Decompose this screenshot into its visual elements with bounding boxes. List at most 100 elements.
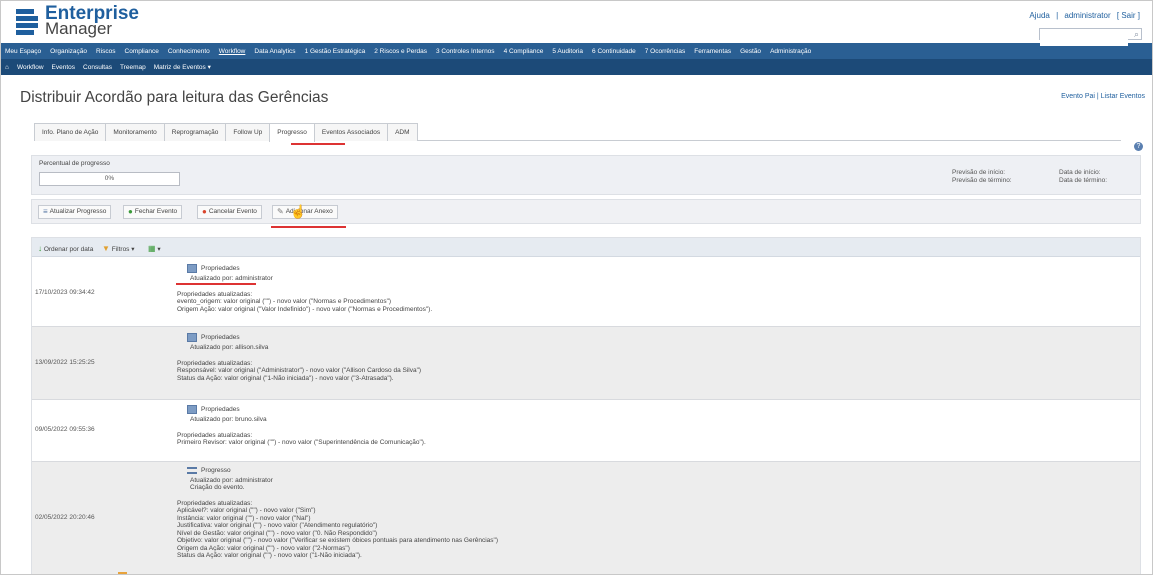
data-inicio: Data de início:	[1059, 169, 1101, 176]
tab-progresso[interactable]: Progresso	[269, 123, 315, 142]
sort-icon: ↓	[38, 244, 42, 253]
event-author: Atualizado por: allison.silva	[190, 344, 269, 351]
subnav-matriz[interactable]: Matriz de Eventos ▾	[154, 63, 211, 71]
sub-nav: ⌂ Workflow Eventos Consultas Treemap Mat…	[1, 59, 1152, 75]
paperclip-icon: ✎	[277, 207, 284, 216]
list-item: 09/05/2022 09:55:36 Propriedades Atualiz…	[32, 400, 1140, 462]
event-line: Nível de Gestão: valor original ("") - n…	[177, 529, 377, 537]
progress-panel: Percentual de progresso 0% Previsão de i…	[31, 155, 1141, 195]
event-line: Justificativa: valor original ("") - nov…	[177, 522, 378, 529]
separator: |	[1056, 11, 1059, 20]
logout-link[interactable]: [ Sair ]	[1117, 11, 1140, 20]
cancel-icon: ●	[202, 207, 207, 216]
event-author: Atualizado por: bruno.silva	[190, 416, 267, 423]
nav-item[interactable]: Riscos	[96, 48, 116, 55]
subnav-eventos[interactable]: Eventos	[52, 64, 76, 71]
logo[interactable]: Enterprise Manager	[16, 4, 139, 37]
event-header: Propriedades	[201, 333, 240, 341]
help-link[interactable]: Ajuda	[1029, 11, 1049, 20]
check-icon: ●	[128, 207, 133, 216]
event-line: Responsável: valor original ("Administra…	[177, 367, 422, 374]
event-line: Aplicável?: valor original ("") - novo v…	[177, 507, 316, 514]
document-icon	[187, 405, 197, 414]
subnav-consultas[interactable]: Consultas	[83, 64, 112, 71]
nav-item[interactable]: 2 Riscos e Perdas	[374, 48, 427, 55]
event-subtitle: Propriedades atualizadas:	[177, 359, 253, 367]
nav-item[interactable]: 6 Continuidade	[592, 48, 636, 55]
event-header: Progresso	[201, 467, 231, 474]
subnav-treemap[interactable]: Treemap	[120, 64, 146, 71]
filter-icon: ▼	[102, 244, 110, 253]
main-nav: Meu Espaço Organização Riscos Compliance…	[1, 43, 1152, 59]
nav-item[interactable]: Gestão	[740, 48, 761, 55]
sort-by-date-button[interactable]: ↓ Ordenar por data	[38, 244, 93, 253]
nav-item[interactable]: 1 Gestão Estratégica	[305, 48, 366, 55]
data-termino: Data de término:	[1059, 177, 1108, 184]
action-toolbar: ≡ Atualizar Progresso ● Fechar Evento ● Can…	[31, 199, 1141, 224]
document-icon	[187, 264, 197, 273]
event-subtitle: Propriedades atualizadas:	[177, 499, 253, 507]
previsao-termino: Previsão de término:	[952, 177, 1012, 184]
nav-item[interactable]: Ferramentas	[694, 48, 731, 55]
tab-info-plano[interactable]: Info. Plano de Ação	[34, 123, 107, 141]
filters-button[interactable]: ▼ Filtros ▾	[102, 244, 135, 253]
nav-item[interactable]: 5 Auditoria	[552, 48, 583, 55]
event-line: Primeiro Revisor: valor original ("") - …	[177, 439, 426, 446]
data-labels: Data de início: Data de término:	[1059, 169, 1107, 185]
progress-icon: ≡	[43, 207, 48, 216]
app-window: Enterprise Manager Ajuda | administrator…	[0, 0, 1153, 575]
list-toolbar: ↓ Ordenar por data ▼ Filtros ▾ ▦ ▾	[32, 238, 1140, 257]
event-subtitle: Propriedades atualizadas:	[177, 431, 253, 439]
title-links[interactable]: Evento Pai | Listar Eventos	[1061, 93, 1145, 100]
document-icon	[187, 333, 197, 342]
tab-highlight-underline	[291, 143, 345, 145]
event-date: 17/10/2023 09:34:42	[35, 289, 95, 296]
author-highlight-underline	[176, 283, 256, 285]
event-date: 09/05/2022 09:55:36	[35, 426, 95, 433]
nav-item[interactable]: Data Analytics	[254, 48, 295, 55]
event-author: Atualizado por: administrator	[190, 275, 273, 282]
nav-item[interactable]: Meu Espaço	[5, 48, 41, 55]
nav-item[interactable]: 4 Compliance	[504, 48, 544, 55]
close-event-button[interactable]: ● Fechar Evento	[123, 205, 183, 219]
event-date: 02/05/2022 20:20:46	[35, 514, 95, 521]
nav-item[interactable]: 3 Controles Internos	[436, 48, 495, 55]
progress-bar: 0%	[39, 172, 180, 186]
tab-reprogramacao[interactable]: Reprogramação	[163, 123, 227, 141]
update-progress-button[interactable]: ≡ Atualizar Progresso	[38, 205, 112, 219]
calendar-button[interactable]: ▦ ▾	[148, 244, 161, 253]
previsao-labels: Previsão de início: Previsão de término:	[952, 169, 1012, 185]
list-item: 02/05/2022 20:20:46 Progresso Atualizado…	[32, 462, 1140, 574]
event-date: 13/09/2022 15:25:25	[35, 359, 95, 366]
nav-item-workflow[interactable]: Workflow	[219, 48, 246, 55]
list-item: 17/10/2023 09:34:42 Propriedades Atualiz…	[32, 258, 1140, 327]
event-line: Status da Ação: valor original ("1-Não i…	[177, 374, 394, 382]
help-icon[interactable]: ?	[1134, 142, 1143, 151]
tab-monitoramento[interactable]: Monitoramento	[105, 123, 165, 141]
nav-item[interactable]: Conhecimento	[168, 48, 210, 55]
event-extra: Criação do evento.	[190, 484, 245, 491]
cancel-event-button[interactable]: ● Cancelar Evento	[197, 205, 262, 219]
nav-item[interactable]: Compliance	[125, 48, 159, 55]
tab-follow-up[interactable]: Follow Up	[225, 123, 271, 141]
nav-item[interactable]: 7 Ocorrências	[645, 48, 685, 55]
event-header: Propriedades	[201, 264, 240, 272]
event-header: Propriedades	[201, 405, 240, 413]
tab-adm[interactable]: ADM	[387, 123, 418, 141]
home-icon[interactable]: ⌂	[5, 64, 9, 71]
tab-eventos-associados[interactable]: Eventos Associados	[313, 123, 389, 141]
header: Enterprise Manager Ajuda | administrator…	[1, 1, 1152, 46]
tab-bar: Info. Plano de Ação Monitoramento Reprog…	[34, 123, 1121, 142]
subnav-workflow[interactable]: Workflow	[17, 64, 44, 71]
user-link[interactable]: administrator	[1064, 11, 1110, 20]
action-highlight-underline	[271, 226, 346, 228]
progress-label: Percentual de progresso	[39, 160, 110, 167]
nav-item[interactable]: Administração	[770, 48, 811, 55]
search-icon[interactable]: ⌕	[1134, 29, 1139, 40]
nav-item[interactable]: Organização	[50, 48, 87, 55]
event-line: Instância: valor original ("") - novo va…	[177, 514, 311, 522]
search-input[interactable]	[1040, 35, 1128, 46]
hand-cursor-icon: ☝	[290, 204, 307, 219]
event-line: Objetivo: valor original ("") - novo val…	[177, 537, 499, 544]
event-line: Origem da Ação: valor original ("") - no…	[177, 544, 350, 552]
